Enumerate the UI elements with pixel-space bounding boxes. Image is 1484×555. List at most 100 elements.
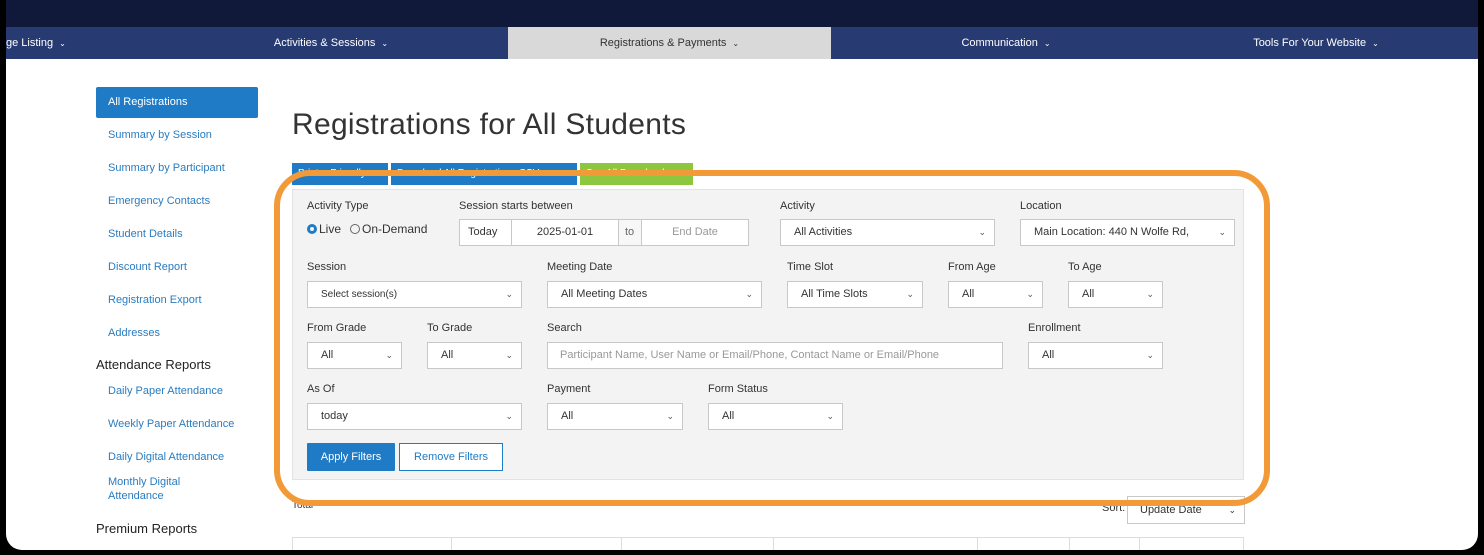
attendance-heading: Attendance Reports (96, 357, 211, 372)
session-between-label: Session starts between (459, 200, 573, 212)
sort-label: Sort: (1102, 502, 1126, 514)
time-slot-select[interactable]: All Time Slots ⌄ (787, 281, 923, 308)
chevron-down-icon: ⌄ (906, 289, 914, 299)
nav-label: Tools For Your Website (1253, 37, 1367, 49)
chevron-down-icon: ⌄ (1372, 39, 1379, 48)
time-slot-value: All Time Slots (801, 288, 868, 300)
payment-label: Payment (547, 383, 591, 395)
chevron-down-icon: ⌄ (505, 289, 513, 299)
form-status-select[interactable]: All ⌄ (708, 403, 843, 430)
download-csv-button[interactable]: Download All Registrations CSV (391, 163, 577, 185)
from-age-value: All (962, 288, 975, 300)
search-label: Search (547, 322, 582, 334)
sidebar: All Registrations Summary by Session Sum… (96, 87, 258, 540)
end-date-input[interactable]: End Date (641, 219, 749, 246)
activity-select[interactable]: All Activities ⌄ (780, 219, 995, 246)
enrollment-select[interactable]: All ⌄ (1028, 342, 1163, 369)
nav-item-page-listing[interactable]: ge Listing ⌄ (6, 27, 88, 59)
sidebar-item-emergency-contacts[interactable]: Emergency Contacts (96, 186, 258, 219)
nav-label: Communication (961, 37, 1038, 49)
sidebar-item-daily-paper[interactable]: Daily Paper Attendance (96, 376, 258, 409)
from-age-select[interactable]: All ⌄ (948, 281, 1043, 308)
from-grade-label: From Grade (307, 322, 367, 334)
sidebar-item-addresses[interactable]: Addresses (96, 318, 258, 351)
activity-select-value: All Activities (794, 226, 853, 238)
printer-friendly-button[interactable]: Printer Friendly (292, 163, 388, 185)
payment-value: All (561, 410, 574, 422)
chevron-down-icon: ⌄ (978, 227, 986, 237)
from-age-label: From Age (948, 261, 996, 273)
to-grade-value: All (441, 349, 454, 361)
to-label: to (618, 219, 642, 246)
to-age-value: All (1082, 288, 1095, 300)
payment-select[interactable]: All ⌄ (547, 403, 683, 430)
meeting-date-select[interactable]: All Meeting Dates ⌄ (547, 281, 762, 308)
chevron-down-icon: ⌄ (1043, 39, 1051, 48)
page-title: Registrations for All Students (292, 108, 687, 141)
chevron-down-icon: ⌄ (732, 39, 740, 48)
sidebar-item-registration-export[interactable]: Registration Export (96, 285, 258, 318)
enrollment-label: Enrollment (1028, 322, 1081, 334)
see-all-download-button[interactable]: See All Download (580, 163, 693, 185)
today-button[interactable]: Today (459, 219, 512, 246)
form-status-label: Form Status (708, 383, 768, 395)
chevron-down-icon: ⌄ (745, 289, 753, 299)
chevron-down-icon: ⌄ (1146, 350, 1154, 360)
sidebar-item-monthly-digital[interactable]: Monthly Digital Attendance (96, 475, 206, 515)
chevron-down-icon: ⌄ (1228, 505, 1236, 515)
location-label: Location (1020, 200, 1062, 212)
chevron-down-icon: ⌄ (505, 350, 513, 360)
nav-label: ge Listing (6, 37, 54, 49)
sidebar-item-student-details[interactable]: Student Details (96, 219, 258, 252)
location-select-value: Main Location: 440 N Wolfe Rd, (1034, 226, 1190, 238)
to-grade-select[interactable]: All ⌄ (427, 342, 522, 369)
chevron-down-icon: ⌄ (666, 411, 674, 421)
sidebar-item-all-registrations[interactable]: All Registrations (96, 87, 258, 118)
nav-item-communication[interactable]: Communication ⌄ (896, 27, 1116, 59)
location-select[interactable]: Main Location: 440 N Wolfe Rd, ⌄ (1020, 219, 1235, 246)
to-age-label: To Age (1068, 261, 1102, 273)
chevron-down-icon: ⌄ (59, 39, 66, 48)
nav-label: Registrations & Payments (599, 37, 727, 49)
sidebar-item-daily-digital[interactable]: Daily Digital Attendance (96, 442, 258, 475)
nav-label: Activities & Sessions (273, 37, 376, 49)
start-date-input[interactable]: 2025-01-01 (511, 219, 619, 246)
nav-item-tools[interactable]: Tools For Your Website ⌄ (1216, 27, 1416, 59)
session-select[interactable]: Select session(s) ⌄ (307, 281, 522, 308)
nav-item-activities[interactable]: Activities & Sessions ⌄ (246, 27, 416, 59)
radio-live[interactable]: Live (307, 222, 341, 236)
to-grade-label: To Grade (427, 322, 473, 334)
session-select-value: Select session(s) (321, 289, 398, 300)
form-status-value: All (722, 410, 735, 422)
as-of-select[interactable]: today ⌄ (307, 403, 522, 430)
search-input[interactable]: Participant Name, User Name or Email/Pho… (547, 342, 1003, 369)
activity-type-label: Activity Type (307, 200, 369, 212)
to-age-select[interactable]: All ⌄ (1068, 281, 1163, 308)
chevron-down-icon: ⌄ (1026, 289, 1034, 299)
apply-filters-button[interactable]: Apply Filters (307, 443, 395, 471)
sidebar-item-summary-session[interactable]: Summary by Session (96, 120, 258, 153)
sort-select[interactable]: Update Date ⌄ (1127, 496, 1245, 524)
session-label: Session (307, 261, 347, 273)
as-of-label: As Of (307, 383, 335, 395)
as-of-value: today (321, 410, 348, 422)
time-slot-label: Time Slot (787, 261, 834, 273)
filter-panel: Activity Type Live On-Demand Session sta… (292, 189, 1244, 480)
sidebar-item-discount-report[interactable]: Discount Report (96, 252, 258, 285)
remove-filters-button[interactable]: Remove Filters (399, 443, 503, 471)
sidebar-item-weekly-paper[interactable]: Weekly Paper Attendance (96, 409, 258, 442)
chevron-down-icon: ⌄ (826, 411, 834, 421)
radio-live-label: Live (319, 222, 342, 236)
from-grade-select[interactable]: All ⌄ (307, 342, 402, 369)
activity-label: Activity (780, 200, 815, 212)
radio-on-demand-label: On-Demand (362, 222, 428, 236)
radio-unselected-icon (350, 224, 360, 234)
sidebar-item-summary-participant[interactable]: Summary by Participant (96, 153, 258, 186)
results-table-header (292, 537, 1244, 550)
nav-item-registrations[interactable]: Registrations & Payments ⌄ (508, 27, 831, 59)
main-nav: ge Listing ⌄ Activities & Sessions ⌄ Regis… (6, 27, 1478, 59)
from-grade-value: All (321, 349, 334, 361)
radio-on-demand[interactable]: On-Demand (350, 222, 427, 236)
meeting-date-value: All Meeting Dates (561, 288, 648, 300)
total-count: Total (292, 500, 314, 511)
